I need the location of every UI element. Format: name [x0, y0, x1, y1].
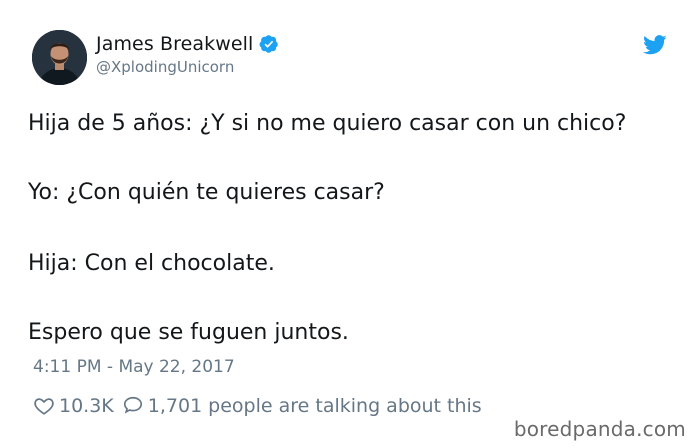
reply-text[interactable]: people are talking about this: [208, 395, 482, 417]
heart-icon[interactable]: [33, 395, 55, 417]
verified-badge-icon: [259, 34, 279, 54]
tweet-text-line-2: Yo: ¿Con quién te quieres casar?: [28, 180, 385, 205]
avatar-image: [32, 30, 87, 85]
comment-bubble-icon[interactable]: [122, 395, 144, 417]
twitter-bird-icon[interactable]: [643, 34, 667, 56]
tweet-actions: 10.3K 1,701 people are talking about thi…: [33, 392, 482, 420]
like-count[interactable]: 10.3K: [59, 395, 114, 417]
author-name-row: James Breakwell: [96, 31, 279, 57]
author-name[interactable]: James Breakwell: [96, 33, 253, 55]
avatar[interactable]: [32, 30, 87, 85]
tweet-timestamp[interactable]: 4:11 PM - May 22, 2017: [33, 357, 235, 377]
tweet-text-line-3: Hija: Con el chocolate.: [28, 251, 275, 276]
tweet-text-line-1: Hija de 5 años: ¿Y si no me quiero casar…: [28, 111, 627, 136]
reply-count[interactable]: 1,701: [148, 395, 202, 417]
author-handle[interactable]: @XplodingUnicorn: [96, 58, 234, 76]
tweet-text-line-4: Espero que se fuguen juntos.: [28, 320, 349, 345]
watermark: boredpanda.com: [513, 417, 686, 441]
